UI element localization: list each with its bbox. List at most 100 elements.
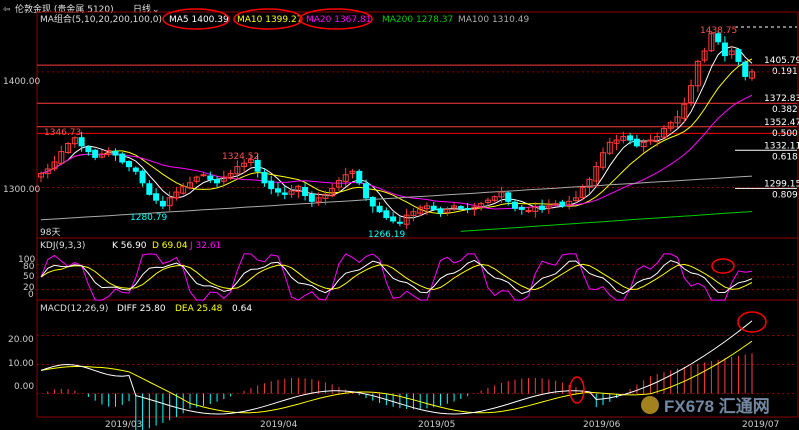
- candle-body: [78, 137, 85, 147]
- date-axis: 2019/03 2019/04 2019/05 2019/06 2019/07: [105, 420, 779, 430]
- macd-golden-cross-circle: [569, 376, 585, 404]
- ma200-line: [460, 211, 753, 232]
- fib-price-label: 1405.79: [764, 56, 799, 66]
- price-pane-frame: [36, 11, 799, 239]
- candle-body: [254, 159, 261, 172]
- price-tick-label: 1400.00: [3, 77, 40, 87]
- candle-body: [633, 138, 640, 147]
- candle-body: [363, 183, 370, 199]
- kdj-axis: 100 80 50 20 0: [18, 255, 35, 300]
- kdj-tick-label: 80: [23, 262, 35, 272]
- chart-canvas[interactable]: ⇦ 伦敦金现 (贵金属 5120) 日线 ⌄ MA组合(5,10,20,200,…: [0, 0, 799, 430]
- high-1324-label: 1324.52: [222, 152, 259, 162]
- fib-price-label: 1332.11: [764, 141, 799, 151]
- fib-price-label: 1352.47: [764, 118, 799, 128]
- candle-body: [383, 210, 390, 219]
- macd-tick-label: 0.00: [14, 382, 34, 392]
- fib-price-label: 1372.83: [764, 94, 799, 104]
- candle-body: [505, 192, 512, 202]
- candle-body: [200, 174, 207, 177]
- macd-tick-label: 10.00: [8, 359, 34, 369]
- low-1266-label: 1266.19: [368, 230, 405, 240]
- candle-body: [627, 135, 634, 141]
- chevron-down-icon[interactable]: ⌄: [152, 5, 160, 15]
- ma10-legend: MA10 1399.27: [237, 15, 302, 25]
- candle-body: [92, 149, 99, 158]
- moving-average-lines: [40, 46, 753, 232]
- price-tick-label: 1300.00: [3, 185, 40, 195]
- highlight-marks: [569, 258, 767, 404]
- kdj-legend: KDJ(9,3,3) K 56.90 D 69.04 J 32.61: [40, 241, 221, 251]
- date-label: 2019/06: [583, 420, 621, 430]
- kdj-tick-label: 50: [23, 272, 35, 282]
- date-label: 2019/04: [260, 420, 298, 430]
- macd-tick-label: 20.00: [8, 335, 34, 345]
- date-label: 2019/05: [418, 420, 455, 430]
- candle-body: [464, 207, 471, 210]
- ma-legend-label: MA组合(5,10,20,200,100,0): [40, 13, 162, 25]
- fib-ratio-label: 0.500: [772, 129, 798, 139]
- candle-body: [281, 192, 288, 195]
- candle-body: [85, 146, 92, 153]
- macd-legend: MACD(12,26,9) DIFF 25.80 DEA 25.48 0.64: [40, 304, 252, 314]
- kdj-cross-circle: [711, 258, 735, 274]
- macd-legend-label: MACD(12,26,9): [40, 304, 108, 314]
- days-label: 98天: [40, 228, 60, 238]
- watermark-logo-icon: [641, 396, 659, 414]
- kdj-legend-label: KDJ(9,3,3): [40, 241, 85, 251]
- candle-body: [268, 180, 275, 190]
- macd-value-legend: 0.64: [232, 304, 252, 314]
- candle-body: [742, 61, 749, 77]
- ma20-legend: MA20 1367.81: [306, 15, 371, 25]
- candle-body: [525, 210, 532, 213]
- candle-body: [207, 175, 214, 180]
- candle-body: [539, 205, 546, 210]
- watermark-text: FX678 汇通网: [664, 397, 770, 416]
- candle-body: [457, 206, 464, 209]
- back-arrow-icon[interactable]: ⇦: [3, 5, 11, 15]
- candle-body: [146, 183, 153, 195]
- macd-axis: 20.00 10.00 0.00: [8, 335, 34, 392]
- candle-body: [518, 206, 525, 210]
- candle-body: [552, 203, 559, 206]
- high-1438-label: 1438.75: [700, 26, 737, 36]
- candle-body: [302, 186, 309, 197]
- candle-body: [437, 208, 444, 214]
- fib-ratio-label: 0.382: [772, 105, 798, 115]
- ma100-legend: MA100 1310.49: [458, 15, 529, 25]
- period-label[interactable]: 日线: [133, 3, 151, 15]
- macd-cross-circle: [737, 311, 767, 333]
- candle-body: [430, 205, 437, 210]
- instrument-title: 伦敦金现 (贵金属 5120): [15, 3, 114, 15]
- kdj-k-legend: K 56.90: [112, 241, 147, 251]
- candle-body: [214, 179, 221, 184]
- candle-body: [153, 193, 160, 201]
- macd-dea-legend: DEA 25.48: [175, 304, 223, 314]
- candle-body: [159, 200, 166, 207]
- candle-body: [512, 201, 518, 209]
- candlesticks: [38, 30, 755, 229]
- candle-body: [275, 188, 281, 193]
- fib-ratio-label: 0.618: [772, 152, 798, 162]
- kdj-j-legend: J 32.61: [189, 241, 221, 251]
- candle-body: [112, 150, 119, 156]
- candle-body: [396, 221, 403, 224]
- candle-body: [721, 42, 728, 57]
- candle-body: [369, 196, 376, 207]
- date-label: 2019/07: [742, 420, 779, 430]
- candle-body: [735, 49, 742, 62]
- high-1346-label: 1346.73: [44, 128, 81, 138]
- macd-diff-legend: DIFF 25.80: [117, 304, 166, 314]
- date-label: 2019/03: [105, 420, 142, 430]
- kdj-d-legend: D 69.04: [152, 241, 188, 251]
- candle-body: [356, 170, 363, 184]
- candle-body: [132, 167, 139, 172]
- kdj-tick-label: 0: [28, 290, 34, 300]
- candle-body: [119, 153, 126, 163]
- candle-body: [126, 160, 133, 168]
- candle-body: [139, 170, 146, 184]
- candle-body: [559, 201, 566, 207]
- watermark: FX678 汇通网: [641, 396, 770, 416]
- kdj-lines: [37, 253, 797, 301]
- candle-body: [376, 205, 383, 213]
